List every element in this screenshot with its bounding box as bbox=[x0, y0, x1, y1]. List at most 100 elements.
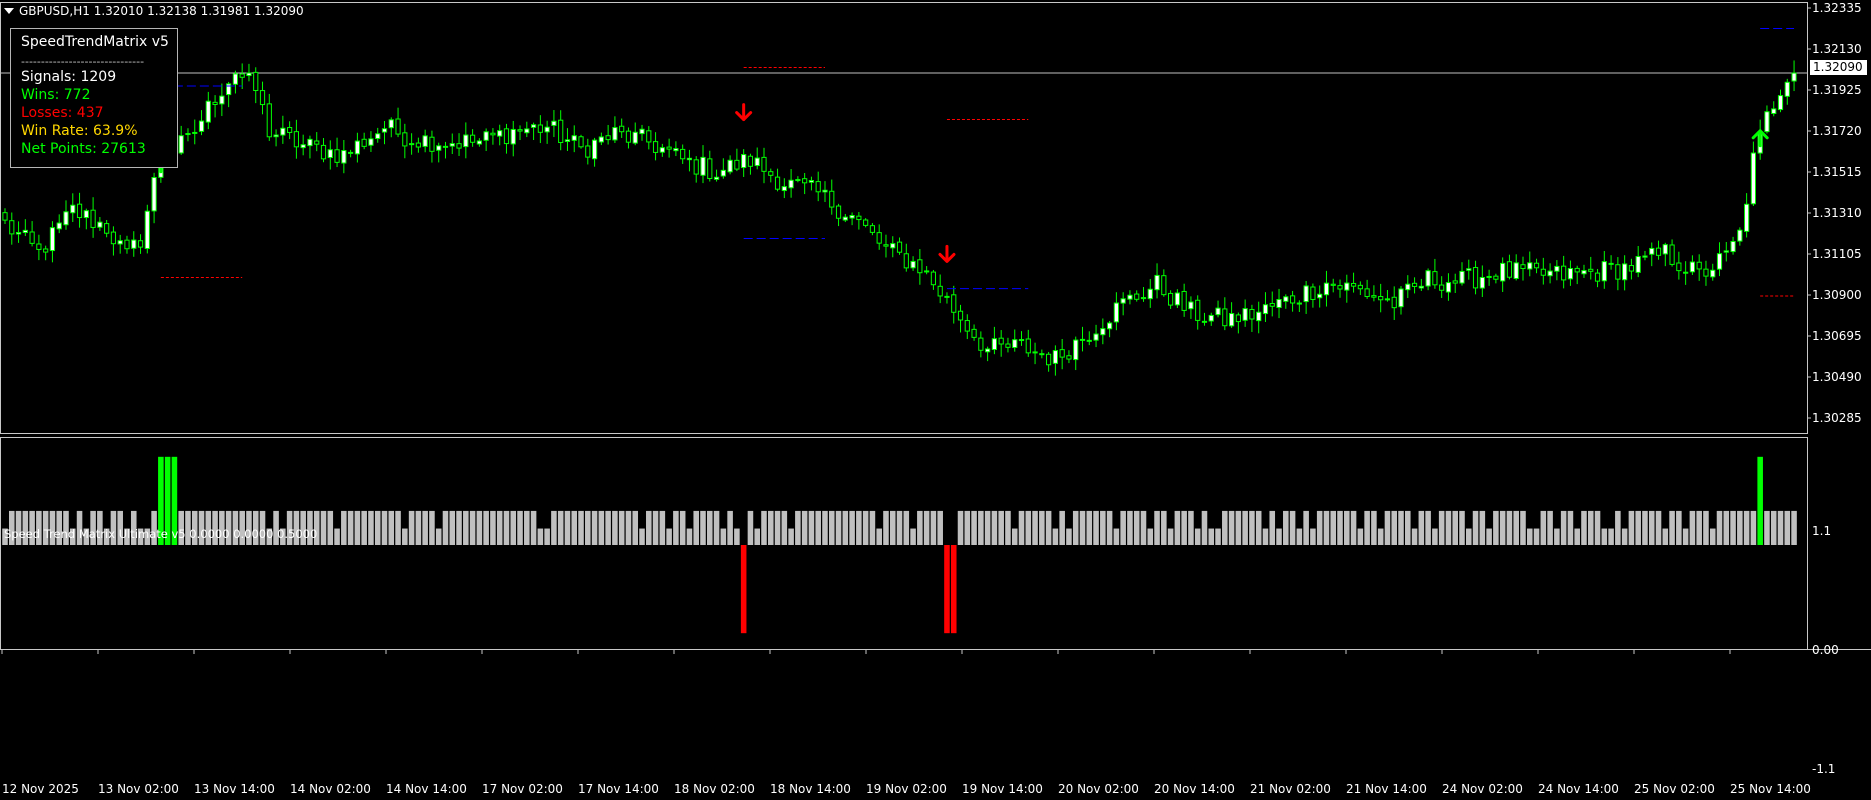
candle-body bbox=[1242, 308, 1248, 321]
histogram-bar-neutral bbox=[991, 510, 998, 545]
histogram-bar-neutral bbox=[591, 510, 598, 545]
histogram-bar-neutral bbox=[1547, 510, 1553, 545]
histogram-bar-neutral bbox=[883, 510, 889, 545]
histogram-bar-buy bbox=[1757, 456, 1763, 545]
time-axis-label: 18 Nov 14:00 bbox=[770, 782, 851, 796]
histogram-bar-neutral bbox=[910, 528, 916, 545]
histogram-bar-neutral bbox=[374, 510, 381, 545]
candle-body bbox=[585, 145, 591, 158]
candle-body bbox=[1432, 271, 1438, 286]
histogram-bar-neutral bbox=[700, 510, 706, 545]
candle-body bbox=[883, 244, 889, 247]
candle-body bbox=[1317, 293, 1323, 299]
histogram-bar-neutral bbox=[673, 510, 679, 545]
candle-body bbox=[1459, 270, 1465, 284]
candle-body bbox=[1561, 265, 1567, 281]
histogram-bar-neutral bbox=[585, 510, 591, 545]
histogram-bar-neutral bbox=[1764, 510, 1770, 545]
candle-body bbox=[253, 71, 259, 91]
candle-body bbox=[951, 294, 957, 313]
histogram-bar-neutral bbox=[1791, 510, 1797, 545]
histogram-bar-neutral bbox=[1425, 510, 1431, 545]
histogram-bar-neutral bbox=[1127, 510, 1133, 545]
chart-canvas[interactable] bbox=[0, 0, 1871, 800]
candle-body bbox=[320, 144, 327, 160]
symbol-header: GBPUSD,H1 1.32010 1.32138 1.31981 1.3209… bbox=[19, 4, 304, 18]
histogram-bar-neutral bbox=[1140, 510, 1147, 545]
candle-body bbox=[151, 177, 157, 212]
candle-body bbox=[1046, 353, 1052, 366]
histogram-bar-neutral bbox=[1513, 510, 1519, 545]
net-points: Net Points: 27613 bbox=[21, 141, 146, 157]
histogram-bar-neutral bbox=[734, 528, 740, 545]
histogram-bar-neutral bbox=[435, 528, 442, 545]
candle-body bbox=[1303, 285, 1309, 303]
histogram-bar-neutral bbox=[1554, 528, 1560, 545]
candle-body bbox=[1601, 261, 1607, 282]
histogram-bar-neutral bbox=[320, 510, 327, 545]
histogram-bar-neutral bbox=[754, 528, 760, 545]
price-axis-label: 1.30695 bbox=[1812, 329, 1862, 343]
candle-body bbox=[808, 180, 815, 183]
candle-body bbox=[239, 73, 245, 78]
histogram-bar-neutral bbox=[693, 510, 700, 545]
histogram-bar-neutral bbox=[1249, 510, 1255, 545]
candle-body bbox=[1642, 255, 1648, 258]
chart-menu-triangle-icon[interactable] bbox=[4, 8, 14, 14]
histogram-bar-neutral bbox=[828, 510, 835, 545]
candle-body bbox=[56, 222, 62, 230]
histogram-bar-neutral bbox=[368, 510, 374, 545]
candle-body bbox=[198, 120, 205, 132]
candle-body bbox=[1744, 203, 1750, 232]
histogram-bar-neutral bbox=[1716, 510, 1723, 545]
histogram-bar-neutral bbox=[1255, 510, 1262, 545]
histogram-bar-neutral bbox=[402, 528, 408, 545]
price-axis-label: 1.31925 bbox=[1812, 83, 1862, 97]
candle-body bbox=[1167, 292, 1174, 306]
candle-body bbox=[1256, 311, 1262, 322]
histogram-bar-neutral bbox=[1147, 528, 1154, 545]
candle-body bbox=[1181, 290, 1187, 311]
histogram-bar-neutral bbox=[469, 510, 476, 545]
candle-body bbox=[802, 178, 808, 184]
current-price-tag: 1.32090 bbox=[1810, 60, 1867, 75]
price-axis-label: 1.30285 bbox=[1812, 411, 1862, 425]
candle-body bbox=[192, 131, 198, 134]
candle-body bbox=[991, 338, 998, 351]
time-axis-label: 20 Nov 14:00 bbox=[1154, 782, 1235, 796]
candle-body bbox=[2, 212, 8, 221]
histogram-bar-neutral bbox=[1357, 528, 1364, 545]
candle-body bbox=[673, 148, 679, 152]
histogram-bar-neutral bbox=[1106, 510, 1113, 545]
histogram-bar-neutral bbox=[1642, 510, 1648, 545]
histogram-bar-neutral bbox=[862, 510, 869, 545]
histogram-bar-neutral bbox=[598, 510, 605, 545]
candle-body bbox=[1249, 308, 1255, 320]
histogram-bar-neutral bbox=[361, 510, 367, 545]
candle-body bbox=[1201, 320, 1208, 323]
histogram-bar-neutral bbox=[1581, 510, 1587, 545]
candle-body bbox=[348, 151, 354, 154]
candle-body bbox=[280, 127, 286, 136]
histogram-bar-neutral bbox=[1655, 510, 1662, 545]
histogram-bar-neutral bbox=[1750, 510, 1757, 545]
time-axis-line bbox=[0, 649, 1871, 650]
candle-body bbox=[1154, 274, 1160, 291]
histogram-bar-neutral bbox=[1540, 510, 1547, 545]
histogram-bar-neutral bbox=[1174, 510, 1181, 545]
candle-body bbox=[117, 240, 123, 245]
candle-body bbox=[1161, 275, 1167, 296]
candle-body bbox=[1405, 283, 1411, 291]
time-axis-label: 18 Nov 02:00 bbox=[674, 782, 755, 796]
histogram-bar-neutral bbox=[1161, 510, 1167, 545]
histogram-bar-neutral bbox=[1323, 510, 1330, 545]
histogram-bar-neutral bbox=[490, 510, 496, 545]
histogram-bar-neutral bbox=[334, 528, 340, 545]
time-axis-label: 14 Nov 14:00 bbox=[386, 782, 467, 796]
candle-body bbox=[713, 176, 720, 180]
histogram-bar-neutral bbox=[1594, 510, 1601, 545]
time-axis-label: 17 Nov 02:00 bbox=[482, 782, 563, 796]
candle-body bbox=[924, 270, 930, 273]
indicator-axis-label: 1.1 bbox=[1812, 524, 1832, 538]
histogram-bar-neutral bbox=[1398, 510, 1404, 545]
